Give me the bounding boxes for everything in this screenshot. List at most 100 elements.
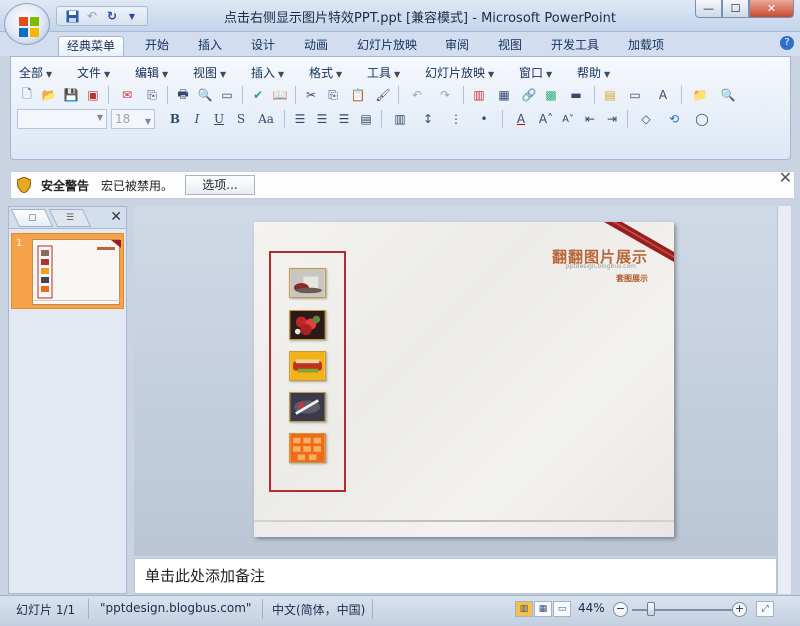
color-fill-icon[interactable]: ▬ [563,85,589,105]
bold-icon[interactable]: B [165,109,185,129]
tab-classic-menu[interactable]: 经典菜单 [58,36,125,56]
format-painter-icon[interactable]: 🖌 [373,85,393,105]
language-status[interactable]: 中文(简体，中国) [272,601,365,618]
menu-help[interactable]: 帮助 ▼ [577,64,610,81]
food-photo-1[interactable] [289,268,326,298]
italic-icon[interactable]: I [187,109,207,129]
tab-outline[interactable]: ☰ [48,209,92,227]
food-photo-3[interactable] [289,351,326,381]
justify-icon[interactable]: ▤ [356,109,376,129]
close-icon[interactable]: ✕ [110,209,122,225]
normal-view-icon[interactable]: ▥ [515,601,533,617]
research-icon[interactable]: ▭ [217,85,237,105]
minimize-button[interactable]: — [695,0,722,18]
notes-pane[interactable]: 单击此处添加备注 [134,558,777,594]
change-case-icon[interactable]: Aa [253,109,279,129]
font-size-select[interactable]: 18 ▼ [111,109,155,129]
slide-canvas[interactable]: 翻翻图片展示 pptdesign.blogbus.com 套图展示 [254,222,674,537]
customize-qat-icon[interactable]: ▼ [123,8,141,24]
font-color-icon[interactable]: A [508,109,534,129]
grow-font-icon[interactable]: A˄ [536,109,556,129]
tab-animations[interactable]: 动画 [296,36,336,56]
send-icon[interactable]: ✉ [114,85,140,105]
zoom-level[interactable]: 44% [578,601,605,615]
picture-frame[interactable] [269,251,346,492]
tab-developer[interactable]: 开发工具 [543,36,607,56]
food-photo-2[interactable] [289,310,326,340]
slide-subtitle[interactable]: 套图展示 [616,273,648,284]
menu-tools[interactable]: 工具 ▼ [367,64,400,81]
save-icon[interactable] [63,8,81,24]
quick-styles-icon[interactable]: ◯ [689,109,715,129]
find-icon[interactable]: 🔍 [715,85,741,105]
menu-edit[interactable]: 编辑 ▼ [135,64,168,81]
fit-to-window-icon[interactable]: ⤢ [756,601,774,617]
tab-view[interactable]: 视图 [490,36,530,56]
spelling-icon[interactable]: ✔ [248,85,268,105]
menu-file[interactable]: 文件 ▼ [77,64,110,81]
zoom-slider-thumb[interactable] [647,602,655,616]
slideshow-view-icon[interactable]: ▭ [553,601,571,617]
redo-icon[interactable]: ↻ [103,8,121,24]
zoom-in-icon[interactable]: + [732,602,747,617]
columns-icon[interactable]: ▥ [387,109,413,129]
copy-icon[interactable]: ⎘ [323,85,343,105]
close-icon[interactable]: ✕ [779,168,792,187]
tab-addins[interactable]: 加载项 [620,36,672,56]
shapes-icon[interactable]: ◇ [633,109,659,129]
align-right-icon[interactable]: ☰ [334,109,354,129]
food-photo-5[interactable] [289,433,326,463]
align-left-icon[interactable]: ☰ [290,109,310,129]
options-button[interactable]: 选项... [185,175,256,195]
slide-thumbnail[interactable]: 1 [11,233,124,309]
font-name-select[interactable]: ▼ [17,109,107,129]
picture-icon[interactable]: ▩ [541,85,561,105]
tab-slides[interactable]: ▢ [10,209,54,227]
menu-all[interactable]: 全部 ▼ [19,64,52,81]
chart-icon[interactable]: ▥ [469,85,489,105]
menu-insert[interactable]: 插入 ▼ [251,64,284,81]
shrink-font-icon[interactable]: A˅ [558,109,578,129]
slide-sorter-icon[interactable]: ▦ [534,601,552,617]
help-icon[interactable]: ? [780,36,794,50]
increase-indent-icon[interactable]: ⇥ [602,109,622,129]
hyperlink-icon[interactable]: 🔗 [519,85,539,105]
line-spacing-icon[interactable]: ↕ [415,109,441,129]
save-icon[interactable]: 💾 [61,85,81,105]
open-folder-icon[interactable]: 📂 [39,85,59,105]
cut-icon[interactable]: ✂ [301,85,321,105]
tab-slideshow[interactable]: 幻灯片放映 [349,36,425,56]
vertical-scrollbar[interactable] [777,206,791,594]
research-book-icon[interactable]: 📖 [270,85,290,105]
zoom-out-icon[interactable]: − [613,602,628,617]
print-icon[interactable]: 🖶 [173,85,193,105]
new-slide-icon[interactable]: ▤ [600,85,620,105]
print-preview-icon[interactable]: 🔍 [195,85,215,105]
shadow-icon[interactable]: S [231,109,251,129]
tab-home[interactable]: 开始 [137,36,177,56]
menu-window[interactable]: 窗口 ▼ [519,64,552,81]
redo-icon[interactable]: ↷ [432,85,458,105]
bullets-icon[interactable]: • [471,109,497,129]
office-button[interactable] [4,3,50,45]
decrease-indent-icon[interactable]: ⇤ [580,109,600,129]
paste-icon[interactable]: 📋 [345,85,371,105]
menu-view[interactable]: 视图 ▼ [193,64,226,81]
arrange-icon[interactable]: ⟲ [661,109,687,129]
tab-review[interactable]: 审阅 [437,36,477,56]
undo-icon[interactable]: ↶ [83,8,101,24]
table-icon[interactable]: ▦ [491,85,517,105]
folder-icon[interactable]: 📁 [687,85,713,105]
underline-icon[interactable]: U [209,109,229,129]
undo-icon[interactable]: ↶ [404,85,430,105]
text-box-icon[interactable]: A [650,85,676,105]
menu-format[interactable]: 格式 ▼ [309,64,342,81]
tab-insert[interactable]: 插入 [190,36,230,56]
menu-slideshow[interactable]: 幻灯片放映 ▼ [425,64,494,81]
publish-icon[interactable]: ⎘ [142,85,162,105]
new-document-icon[interactable]: 🗋 [17,85,37,105]
close-button[interactable]: ✕ [749,0,794,18]
food-photo-4[interactable] [289,392,326,422]
tab-design[interactable]: 设计 [243,36,283,56]
numbering-icon[interactable]: ⋮ [443,109,469,129]
